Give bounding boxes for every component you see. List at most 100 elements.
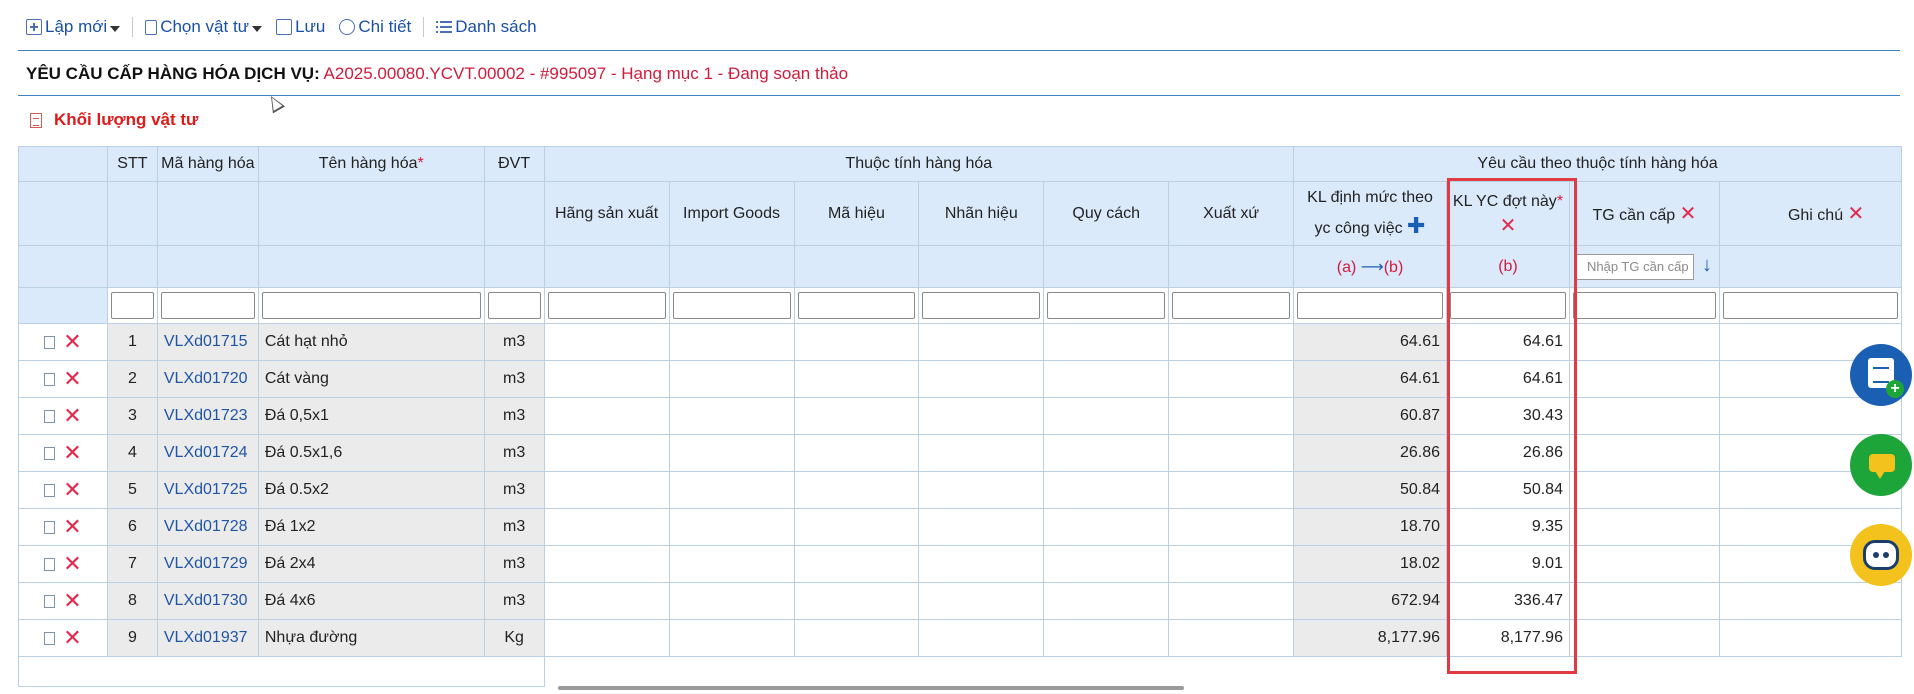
cell-kl-req[interactable]: 64.61 <box>1446 323 1570 361</box>
filter-stt[interactable] <box>110 292 154 319</box>
cell-brand[interactable] <box>918 397 1045 435</box>
cell-origin[interactable] <box>1168 397 1295 435</box>
cell-import-goods[interactable] <box>668 471 795 509</box>
cell-brand[interactable] <box>918 434 1045 472</box>
cell-tg[interactable] <box>1568 360 1720 398</box>
filter-unit[interactable] <box>487 292 541 319</box>
cell-import-goods[interactable] <box>668 397 795 435</box>
delete-icon[interactable]: ✕ <box>63 590 81 612</box>
cell-tg[interactable] <box>1568 619 1720 657</box>
cell-code[interactable]: VLXd01723 <box>156 397 259 435</box>
cell-spec[interactable] <box>1043 360 1170 398</box>
cell-import-goods[interactable] <box>668 619 795 657</box>
cell-code[interactable]: VLXd01725 <box>156 471 259 509</box>
cell-code[interactable]: VLXd01937 <box>156 619 259 657</box>
cell-brand[interactable] <box>918 545 1045 583</box>
arrow-down-icon[interactable]: ↓ <box>1702 254 1712 276</box>
cell-kl-req[interactable]: 50.84 <box>1446 471 1570 509</box>
cell-code[interactable]: VLXd01730 <box>156 582 259 620</box>
cell-kl-req[interactable]: 9.01 <box>1446 545 1570 583</box>
filter-kl-norm[interactable] <box>1297 292 1443 319</box>
cell-spec[interactable] <box>1043 508 1170 546</box>
cell-spec[interactable] <box>1043 545 1170 583</box>
filter-origin[interactable] <box>1172 292 1291 319</box>
cell-spec[interactable] <box>1043 434 1170 472</box>
cell-tg[interactable] <box>1568 323 1720 361</box>
delete-icon[interactable]: ✕ <box>63 405 81 427</box>
clear-column-icon[interactable]: ✕ <box>1447 214 1568 238</box>
robot-support-button[interactable] <box>1850 524 1912 586</box>
cell-model[interactable] <box>793 360 920 398</box>
cell-model[interactable] <box>793 508 920 546</box>
cell-note[interactable] <box>1718 619 1903 657</box>
delete-icon[interactable]: ✕ <box>63 368 81 390</box>
copy-icon[interactable] <box>40 372 56 390</box>
cell-model[interactable] <box>793 582 920 620</box>
cell-brand[interactable] <box>918 508 1045 546</box>
copy-icon[interactable] <box>40 520 56 538</box>
filter-model[interactable] <box>797 292 916 319</box>
save-button[interactable]: Lưu <box>276 17 325 37</box>
copy-icon[interactable] <box>40 446 56 464</box>
cell-brand[interactable] <box>918 582 1045 620</box>
cell-model[interactable] <box>793 619 920 657</box>
delete-icon[interactable]: ✕ <box>63 553 81 575</box>
filter-kl-req[interactable] <box>1450 292 1566 319</box>
cell-import-goods[interactable] <box>668 582 795 620</box>
copy-icon[interactable] <box>40 409 56 427</box>
cell-brand[interactable] <box>918 471 1045 509</box>
delete-icon[interactable]: ✕ <box>63 516 81 538</box>
filter-brand[interactable] <box>922 292 1041 319</box>
cell-kl-req[interactable]: 30.43 <box>1446 397 1570 435</box>
cell-brand[interactable] <box>918 360 1045 398</box>
cell-code[interactable]: VLXd01728 <box>156 508 259 546</box>
new-button[interactable]: Lập mới <box>26 17 121 37</box>
cell-manufacturer[interactable] <box>543 471 670 509</box>
cell-origin[interactable] <box>1168 619 1295 657</box>
cell-origin[interactable] <box>1168 434 1295 472</box>
cell-spec[interactable] <box>1043 323 1170 361</box>
cell-spec[interactable] <box>1043 619 1170 657</box>
copy-a-to-b[interactable]: (a) ⟶(b) <box>1293 245 1447 288</box>
delete-icon[interactable]: ✕ <box>63 627 81 649</box>
clipboard-add-button[interactable]: + <box>1850 344 1912 406</box>
horizontal-scrollbar[interactable] <box>558 686 1184 690</box>
cell-tg[interactable] <box>1568 582 1720 620</box>
cell-brand[interactable] <box>918 323 1045 361</box>
cell-origin[interactable] <box>1168 545 1295 583</box>
clear-column-icon[interactable]: ✕ <box>1680 203 1697 225</box>
cell-tg[interactable] <box>1568 434 1720 472</box>
cell-import-goods[interactable] <box>668 360 795 398</box>
filter-name[interactable] <box>261 292 481 319</box>
cell-manufacturer[interactable] <box>543 397 670 435</box>
cell-origin[interactable] <box>1168 360 1295 398</box>
cell-origin[interactable] <box>1168 323 1295 361</box>
cell-tg[interactable] <box>1568 471 1720 509</box>
cell-model[interactable] <box>793 545 920 583</box>
cell-note[interactable] <box>1718 582 1903 620</box>
copy-icon[interactable] <box>40 631 56 649</box>
detail-button[interactable]: Chi tiết <box>339 17 411 37</box>
filter-spec[interactable] <box>1047 292 1166 319</box>
cell-spec[interactable] <box>1043 471 1170 509</box>
cell-import-goods[interactable] <box>668 545 795 583</box>
cell-kl-req[interactable]: 9.35 <box>1446 508 1570 546</box>
delete-icon[interactable]: ✕ <box>63 331 81 353</box>
cell-origin[interactable] <box>1168 508 1295 546</box>
tg-fill-input[interactable]: Nhập TG cần cấp <box>1575 253 1694 280</box>
copy-icon[interactable] <box>40 594 56 612</box>
filter-code[interactable] <box>160 292 255 319</box>
cell-code[interactable]: VLXd01724 <box>156 434 259 472</box>
cell-tg[interactable] <box>1568 545 1720 583</box>
cell-origin[interactable] <box>1168 471 1295 509</box>
copy-icon[interactable] <box>40 335 56 353</box>
cell-model[interactable] <box>793 471 920 509</box>
chat-button[interactable] <box>1850 434 1912 496</box>
cell-import-goods[interactable] <box>668 323 795 361</box>
select-material-button[interactable]: Chọn vật tư <box>145 17 263 37</box>
cell-spec[interactable] <box>1043 582 1170 620</box>
cell-manufacturer[interactable] <box>543 619 670 657</box>
copy-icon[interactable] <box>40 557 56 575</box>
filter-note[interactable] <box>1722 292 1898 319</box>
cell-model[interactable] <box>793 397 920 435</box>
